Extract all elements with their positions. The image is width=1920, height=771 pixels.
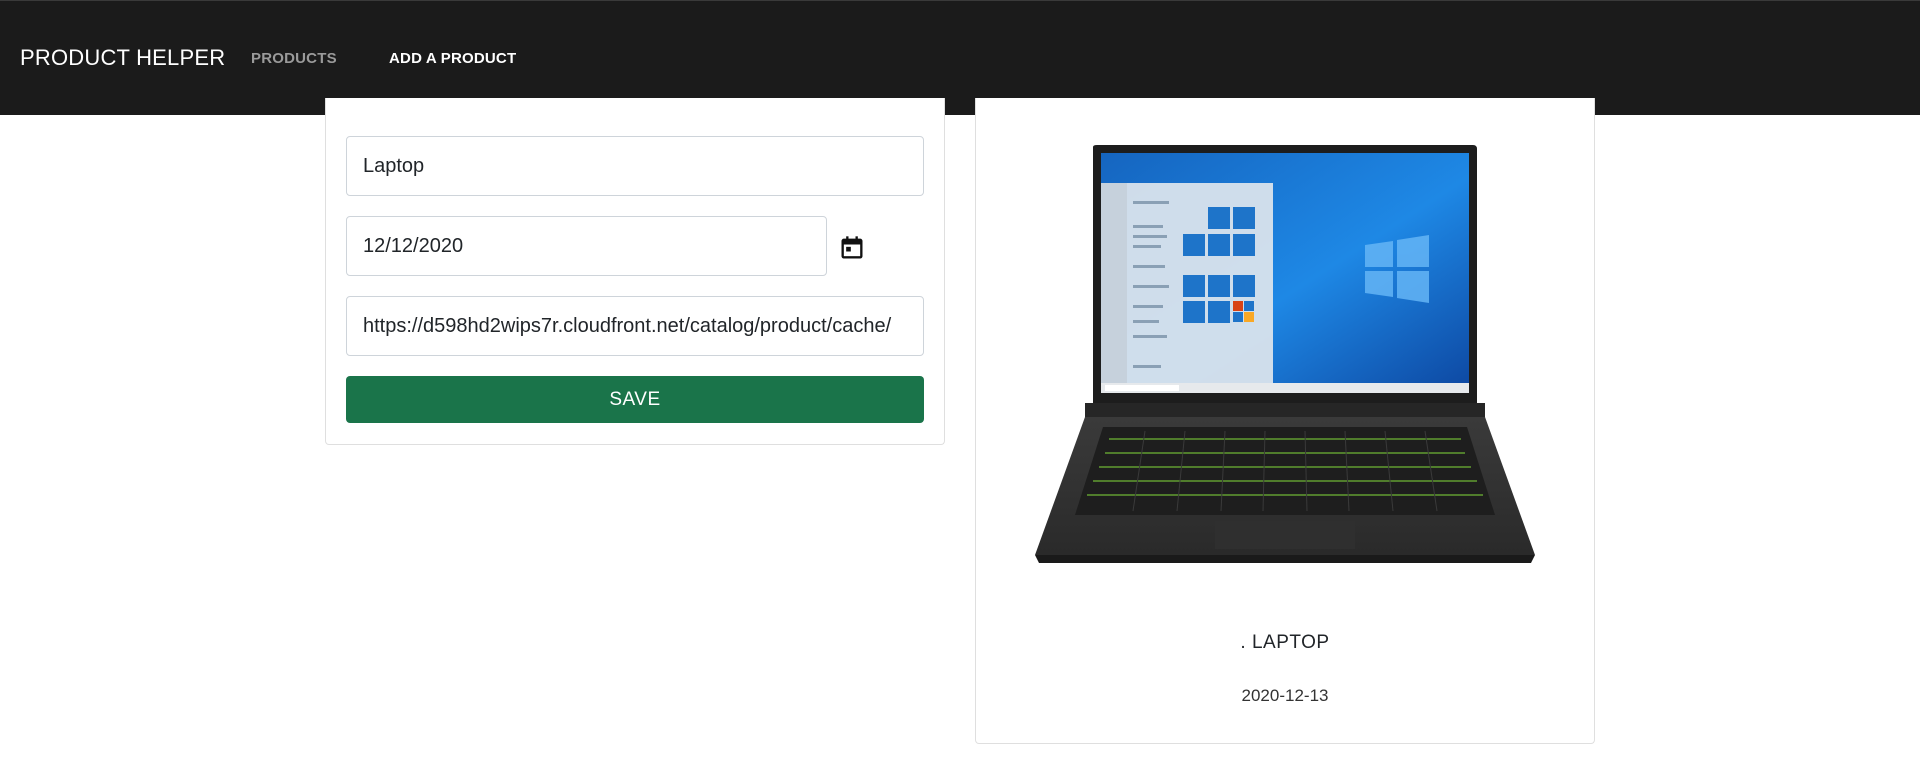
- nav-link-products[interactable]: PRODUCTS: [251, 50, 337, 67]
- nav-link-add-product[interactable]: ADD A PRODUCT: [389, 50, 516, 67]
- top-navbar: PRODUCT HELPER PRODUCTS ADD A PRODUCT: [0, 0, 1920, 115]
- calendar-icon-glyph: [841, 236, 863, 259]
- product-date-input[interactable]: [346, 216, 827, 276]
- product-name: . LAPTOP: [1240, 632, 1330, 653]
- product-date: 2020-12-13: [1241, 686, 1329, 705]
- calendar-icon[interactable]: [838, 234, 866, 262]
- brand-title[interactable]: PRODUCT HELPER: [20, 45, 225, 71]
- image-url-input[interactable]: [346, 296, 924, 356]
- laptop-image: [1035, 145, 1535, 563]
- product-name-input[interactable]: [346, 136, 924, 196]
- save-button[interactable]: SAVE: [346, 376, 924, 423]
